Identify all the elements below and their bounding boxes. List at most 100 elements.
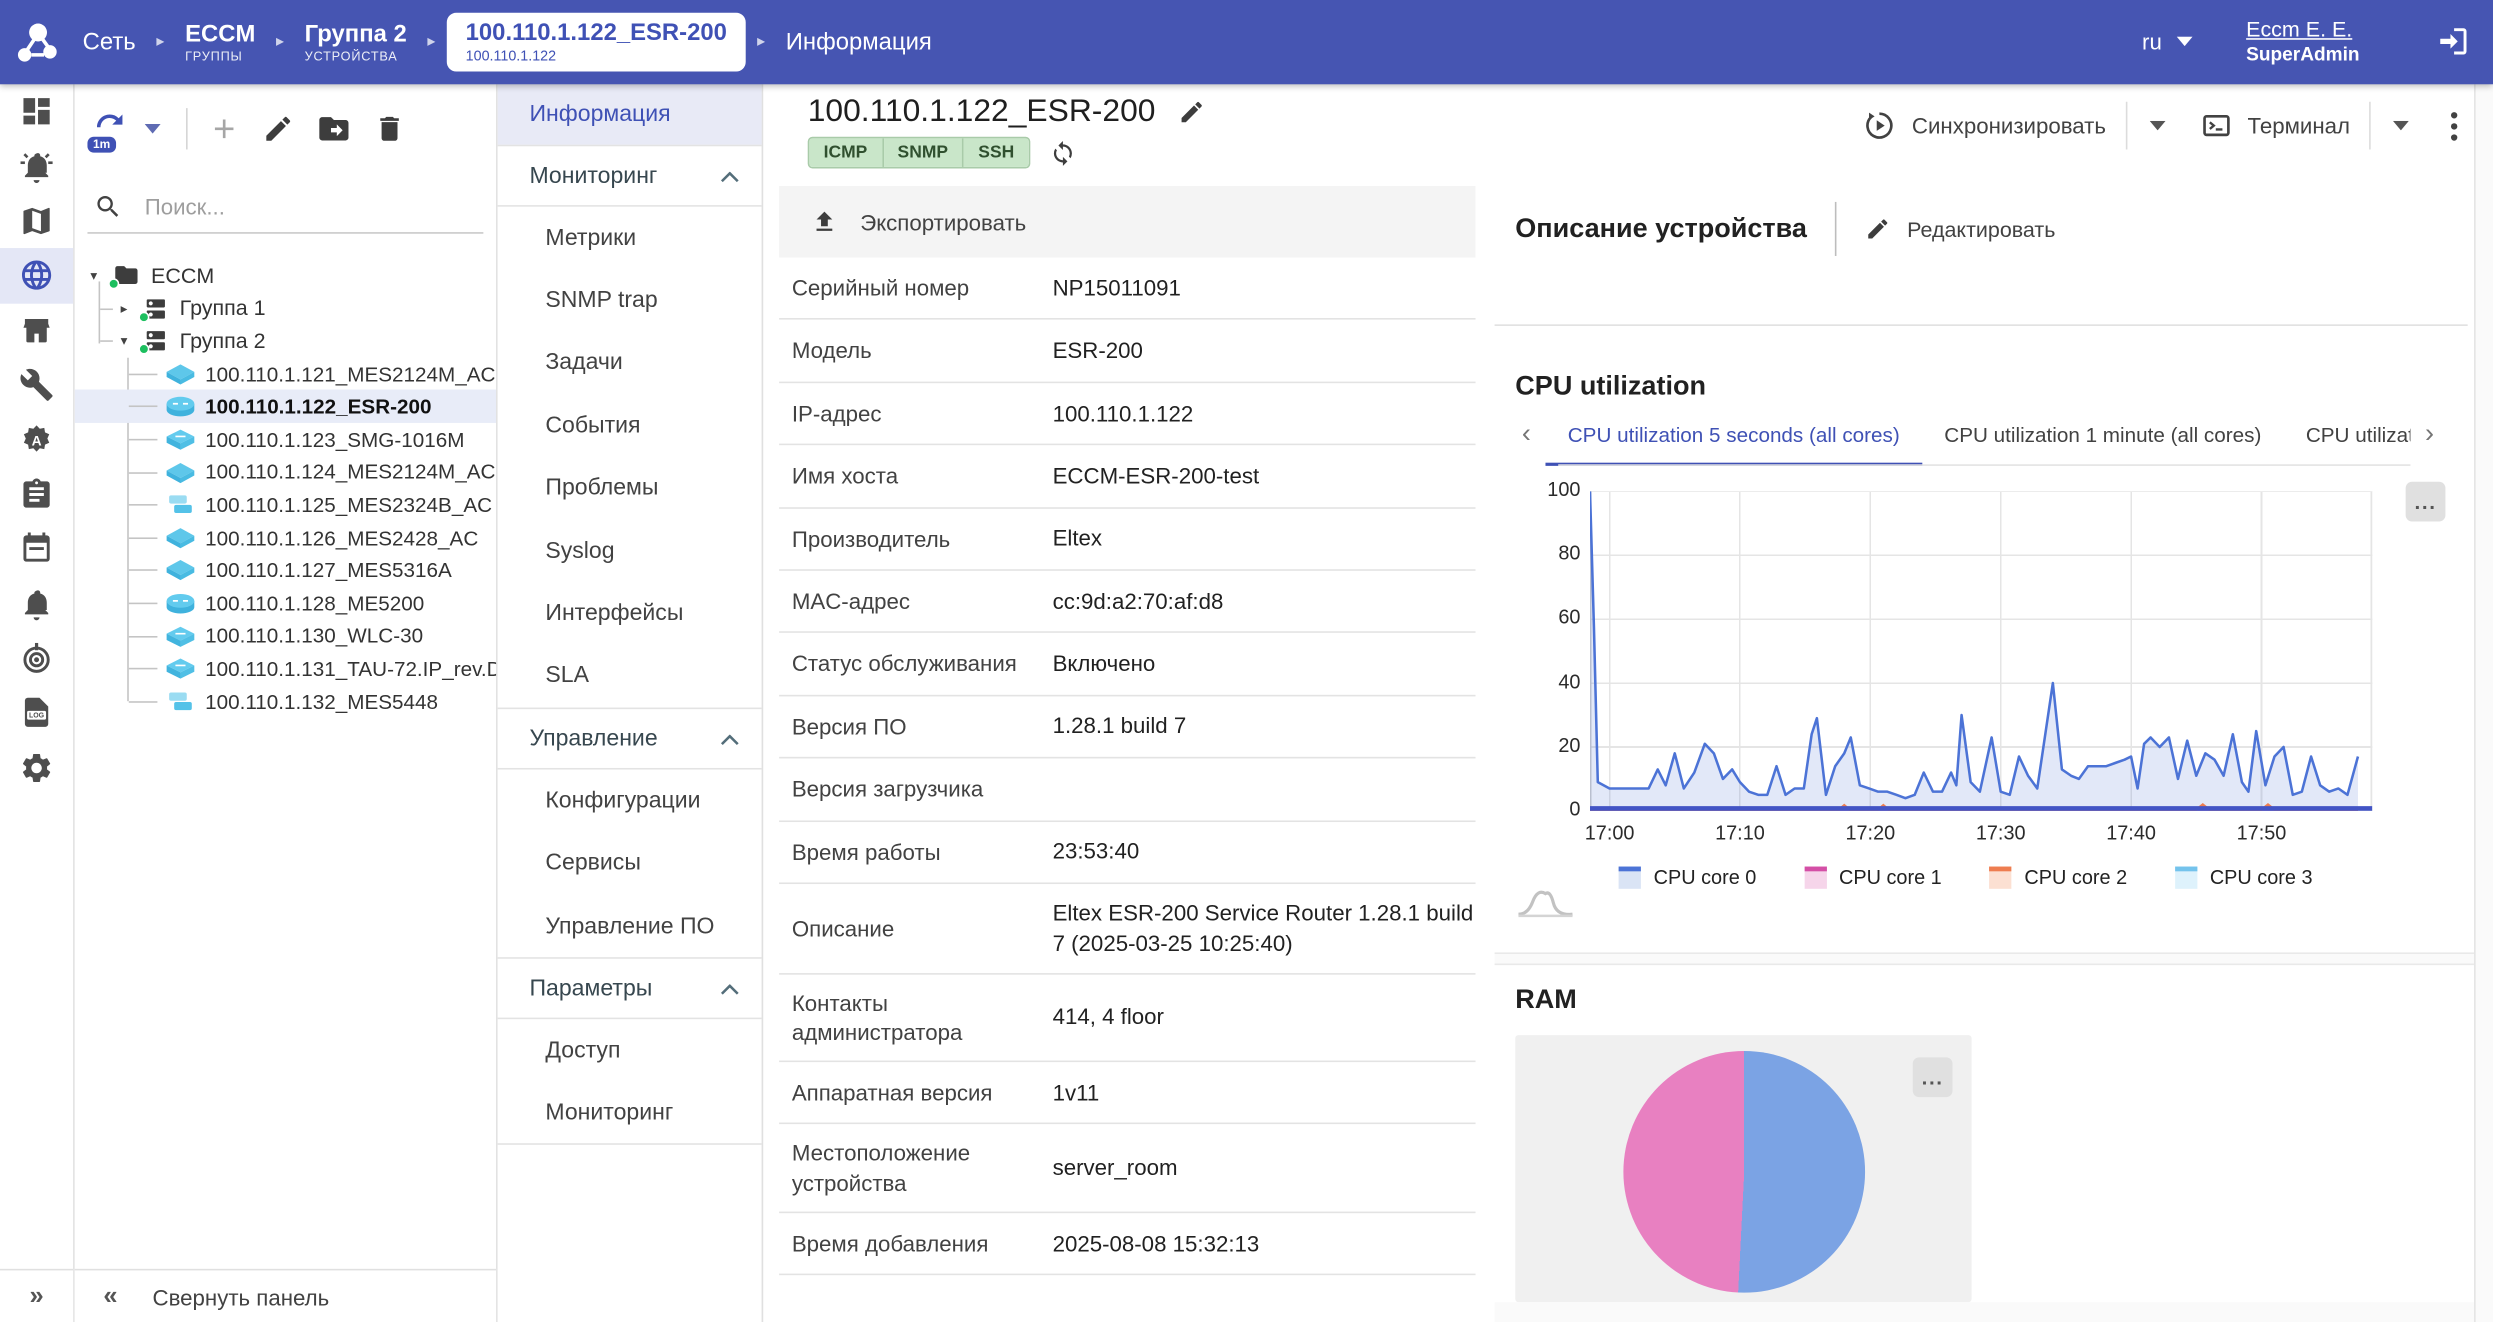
expand-rail-button[interactable]: » <box>0 1269 73 1322</box>
refresh-dropdown-caret[interactable] <box>145 124 161 134</box>
nav-item-events[interactable]: События <box>498 395 762 458</box>
tree-node-group2[interactable]: ▾ Группа 2 <box>75 325 496 358</box>
property-value: 1v11 <box>1046 1078 1475 1108</box>
cpu-utilization-chart[interactable]: 02040608010017:0017:1017:2017:3017:4017:… <box>1590 491 2372 811</box>
breadcrumb-group2-devices[interactable]: Группа 2 УСТРОЙСТВА <box>295 21 416 63</box>
tree-toolbar: 1m <box>75 84 496 173</box>
sidebar-item-notifications[interactable] <box>0 576 73 631</box>
tree-node-device-5[interactable]: 100.110.1.126_MES2428_AC <box>75 521 496 554</box>
nav-item-snmp-trap[interactable]: SNMP trap <box>498 269 762 332</box>
tree-node-device-4[interactable]: 100.110.1.125_MES2324B_AC <box>75 488 496 521</box>
sidebar-item-tasks[interactable] <box>0 467 73 522</box>
tree-node-device-1[interactable]: 100.110.1.122_ESR-200 <box>75 390 496 423</box>
cpu-chart-menu-button[interactable]: ... <box>2406 482 2446 522</box>
tree-node-root[interactable]: ▾ ECCM <box>75 259 496 292</box>
nav-item-problems[interactable]: Проблемы <box>498 457 762 520</box>
tree-node-device-10[interactable]: 100.110.1.132_MES5448 <box>75 685 496 718</box>
property-label: Время добавления <box>792 1229 1046 1258</box>
refresh-availability-button[interactable] <box>1049 139 1076 166</box>
logout-icon[interactable] <box>2436 25 2471 60</box>
collapse-caret-icon[interactable]: ▾ <box>84 267 103 284</box>
nav-item-syslog[interactable]: Syslog <box>498 520 762 583</box>
nav-item-metrics[interactable]: Метрики <box>498 207 762 270</box>
property-row: Версия ПО1.28.1 build 7 <box>779 696 1475 759</box>
add-node-button[interactable] <box>208 113 240 145</box>
nav-item-tasks[interactable]: Задачи <box>498 332 762 395</box>
sidebar-item-alarms[interactable] <box>0 139 73 194</box>
user-menu[interactable]: Eccm E. E. SuperAdmin <box>2246 16 2359 69</box>
tree-node-device-3[interactable]: 100.110.1.124_MES2124M_AC <box>75 456 496 489</box>
expand-caret-icon[interactable]: ▸ <box>114 300 133 317</box>
sidebar-item-firmware[interactable]: A <box>0 412 73 467</box>
rename-device-button[interactable] <box>1178 99 1205 126</box>
tree-guide <box>129 635 158 637</box>
edit-description-button[interactable]: Редактировать <box>1866 216 2056 241</box>
sidebar-item-store[interactable] <box>0 303 73 358</box>
nav-item-information[interactable]: Информация <box>498 84 762 144</box>
tabs-scroll-left-button[interactable]: ‹ <box>1507 413 1545 465</box>
y-axis-tick: 0 <box>1517 798 1581 820</box>
property-row: Время работы23:53:40 <box>779 821 1475 884</box>
sidebar-item-network[interactable] <box>0 248 73 303</box>
tree-node-device-8[interactable]: 100.110.1.130_WLC-30 <box>75 619 496 652</box>
property-value: 1.28.1 build 7 <box>1046 712 1475 742</box>
tree-node-group1[interactable]: ▸ Группа 1 <box>75 292 496 325</box>
export-button[interactable]: Экспортировать <box>779 186 1475 258</box>
legend-item[interactable]: CPU core 1 <box>1804 867 1942 889</box>
nav-section-parameters[interactable]: Параметры <box>498 958 762 1020</box>
tree-node-device-2[interactable]: 100.110.1.123_SMG-1016M <box>75 423 496 456</box>
tabs-scroll-right-button[interactable]: › <box>2410 413 2448 465</box>
main-content: 100.110.1.122_ESR-200 ICMPSNMPSSH Синхро… <box>763 84 2493 1322</box>
edit-node-button[interactable] <box>262 113 294 145</box>
nav-section-management[interactable]: Управление <box>498 708 762 770</box>
app-logo-icon[interactable] <box>0 18 73 66</box>
collapse-panel-label: Свернуть панель <box>152 1284 329 1309</box>
tree-node-device-7[interactable]: 100.110.1.128_ME5200 <box>75 587 496 620</box>
nav-item-services[interactable]: Сервисы <box>498 832 762 895</box>
bell-icon <box>19 586 54 621</box>
search-input[interactable] <box>142 192 412 221</box>
cpu-tab-0[interactable]: CPU utilization 5 seconds (all cores) <box>1545 413 1922 465</box>
sidebar-item-tools[interactable] <box>0 358 73 413</box>
language-selector[interactable]: ru <box>2142 29 2192 54</box>
ram-pie-chart[interactable] <box>1623 1051 1865 1293</box>
sidebar-item-dashboard[interactable] <box>0 84 73 139</box>
legend-item[interactable]: CPU core 2 <box>1989 867 2127 889</box>
nav-item-access[interactable]: Доступ <box>498 1020 762 1083</box>
breadcrumb-device-tab[interactable]: 100.110.1.122_ESR-200 100.110.1.122 <box>447 12 746 72</box>
tree-node-device-9[interactable]: 100.110.1.131_TAU-72.IP_rev.D_AC <box>75 652 496 685</box>
sidebar-item-map[interactable] <box>0 194 73 249</box>
cpu-tab-2[interactable]: CPU utilizatic <box>2284 413 2411 465</box>
sidebar-item-probe[interactable] <box>0 631 73 686</box>
nav-item-sla[interactable]: SLA <box>498 645 762 708</box>
collapse-panel-button[interactable]: « Свернуть панель <box>75 1269 496 1322</box>
breadcrumb-eccm-groups[interactable]: ECCM ГРУППЫ <box>176 21 265 63</box>
breadcrumb-network[interactable]: Сеть <box>73 29 145 56</box>
device-tree: ▾ ECCM ▸ Группа 1 ▾ Группа 2 100.110.1.1… <box>75 246 496 1268</box>
collapse-caret-icon[interactable]: ▾ <box>114 333 133 350</box>
tree-node-device-6[interactable]: 100.110.1.127_MES5316A <box>75 554 496 587</box>
nav-section-monitoring[interactable]: Мониторинг <box>498 145 762 207</box>
auto-refresh-button[interactable]: 1m <box>91 108 132 149</box>
legend-item[interactable]: CPU core 0 <box>1619 867 1757 889</box>
nav-item-software[interactable]: Управление ПО <box>498 895 762 958</box>
upload-icon <box>811 208 838 235</box>
legend-swatch <box>2175 867 2197 889</box>
scrollbar-gutter[interactable] <box>2474 84 2493 1322</box>
sidebar-item-settings[interactable] <box>0 740 73 795</box>
nav-item-interfaces[interactable]: Интерфейсы <box>498 582 762 645</box>
cpu-tab-1[interactable]: CPU utilization 1 minute (all cores) <box>1922 413 2284 465</box>
nav-item-configurations[interactable]: Конфигурации <box>498 770 762 833</box>
nav-item-monitoring-params[interactable]: Мониторинг <box>498 1082 762 1145</box>
nav-label: Доступ <box>545 1038 620 1063</box>
breadcrumb-sublabel: УСТРОЙСТВА <box>305 49 398 64</box>
breadcrumb-information[interactable]: Информация <box>776 29 941 56</box>
legend-item[interactable]: CPU core 3 <box>2175 867 2313 889</box>
delete-node-button[interactable] <box>374 113 406 145</box>
tree-node-device-0[interactable]: 100.110.1.121_MES2124M_AC <box>75 357 496 390</box>
ram-chart-menu-button[interactable]: ... <box>1913 1057 1953 1097</box>
preview-sparkline-icon[interactable] <box>1517 887 1574 927</box>
sidebar-item-logs[interactable]: LOG <box>0 686 73 741</box>
sidebar-item-calendar[interactable] <box>0 522 73 577</box>
move-to-group-button[interactable] <box>316 111 351 146</box>
